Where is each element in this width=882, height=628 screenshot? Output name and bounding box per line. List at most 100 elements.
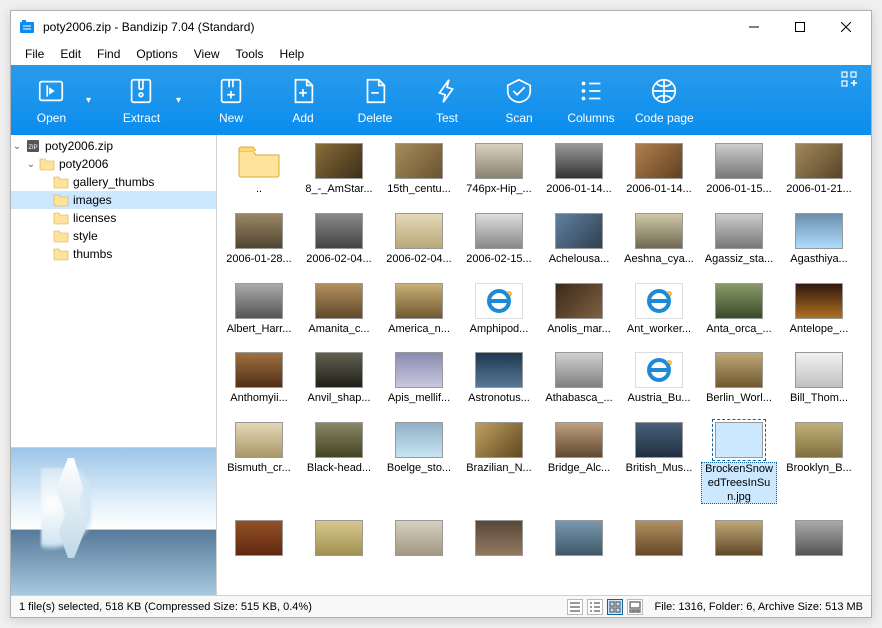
tree-item[interactable]: images xyxy=(11,191,216,209)
file-item-label: Agasthiya... xyxy=(788,253,849,267)
open-button[interactable]: Open ▾ xyxy=(15,65,105,135)
extract-button[interactable]: Extract ▾ xyxy=(105,65,195,135)
file-item[interactable]: 2006-01-14... xyxy=(539,141,619,199)
test-button[interactable]: Test xyxy=(411,65,483,135)
tree-item[interactable]: licenses xyxy=(11,209,216,227)
file-item[interactable]: Anta_orca_... xyxy=(699,281,779,339)
file-item[interactable]: 2006-02-04... xyxy=(299,211,379,269)
menu-options[interactable]: Options xyxy=(128,45,185,63)
file-item[interactable]: Brazilian_N... xyxy=(459,420,539,506)
file-item[interactable]: Boelge_sto... xyxy=(379,420,459,506)
file-item[interactable]: Brooklyn_B... xyxy=(779,420,859,506)
menu-edit[interactable]: Edit xyxy=(52,45,89,63)
thumbnail xyxy=(635,520,683,556)
toolbar: Open ▾ Extract ▾ New Add Delete Test xyxy=(11,65,871,135)
toolbar-menu-icon[interactable] xyxy=(831,65,867,135)
file-item-label: 2006-02-15... xyxy=(464,253,533,267)
file-item[interactable] xyxy=(539,518,619,562)
view-thumbnails-icon[interactable] xyxy=(607,599,623,615)
file-item[interactable] xyxy=(779,518,859,562)
file-item[interactable]: Anvil_shap... xyxy=(299,350,379,408)
new-button[interactable]: New xyxy=(195,65,267,135)
thumbnail xyxy=(395,213,443,249)
file-item[interactable]: Berlin_Worl... xyxy=(699,350,779,408)
file-item[interactable]: Austria_Bu... xyxy=(619,350,699,408)
codepage-button[interactable]: Code page xyxy=(627,65,702,135)
file-pane[interactable]: ..8_-_AmStar...15th_centu...746px-Hip_..… xyxy=(217,135,871,595)
open-dropdown-icon[interactable]: ▾ xyxy=(80,95,97,106)
file-item[interactable]: Athabasca_... xyxy=(539,350,619,408)
file-item[interactable]: 8_-_AmStar... xyxy=(299,141,379,199)
tree-item[interactable]: style xyxy=(11,227,216,245)
file-item[interactable] xyxy=(699,518,779,562)
file-item[interactable]: Anolis_mar... xyxy=(539,281,619,339)
file-item[interactable]: 2006-02-15... xyxy=(459,211,539,269)
file-item[interactable]: 2006-01-15... xyxy=(699,141,779,199)
view-gallery-icon[interactable] xyxy=(627,599,643,615)
file-item[interactable]: Anthomyii... xyxy=(219,350,299,408)
new-icon xyxy=(215,75,247,107)
file-item[interactable]: Antelope_... xyxy=(779,281,859,339)
file-item[interactable]: Agassiz_sta... xyxy=(699,211,779,269)
file-item[interactable]: Amphipod... xyxy=(459,281,539,339)
scan-label: Scan xyxy=(505,111,532,125)
file-item[interactable]: Bill_Thom... xyxy=(779,350,859,408)
tree-item[interactable]: ⌄poty2006 xyxy=(11,155,216,173)
scan-button[interactable]: Scan xyxy=(483,65,555,135)
file-item[interactable]: Agasthiya... xyxy=(779,211,859,269)
file-item[interactable]: Aeshna_cya... xyxy=(619,211,699,269)
file-item[interactable]: British_Mus... xyxy=(619,420,699,506)
file-item[interactable]: Amanita_c... xyxy=(299,281,379,339)
tree-toggle-icon[interactable]: ⌄ xyxy=(25,159,37,170)
file-item[interactable]: Albert_Harr... xyxy=(219,281,299,339)
tree-toggle-icon[interactable]: ⌄ xyxy=(11,141,23,152)
menu-find[interactable]: Find xyxy=(89,45,128,63)
file-item[interactable]: Bismuth_cr... xyxy=(219,420,299,506)
codepage-icon xyxy=(648,75,680,107)
file-item[interactable] xyxy=(459,518,539,562)
file-item[interactable]: Bridge_Alc... xyxy=(539,420,619,506)
delete-button[interactable]: Delete xyxy=(339,65,411,135)
menu-help[interactable]: Help xyxy=(272,45,313,63)
menu-tools[interactable]: Tools xyxy=(228,45,272,63)
columns-button[interactable]: Columns xyxy=(555,65,627,135)
add-button[interactable]: Add xyxy=(267,65,339,135)
thumbnail xyxy=(315,422,363,458)
file-item[interactable] xyxy=(299,518,379,562)
file-item[interactable] xyxy=(619,518,699,562)
file-item[interactable]: 746px-Hip_... xyxy=(459,141,539,199)
file-item[interactable] xyxy=(219,518,299,562)
file-item[interactable]: Apis_mellif... xyxy=(379,350,459,408)
file-item[interactable] xyxy=(379,518,459,562)
file-item[interactable]: Ant_worker... xyxy=(619,281,699,339)
file-item[interactable]: 2006-02-04... xyxy=(379,211,459,269)
tree-item[interactable]: thumbs xyxy=(11,245,216,263)
view-details-icon[interactable] xyxy=(587,599,603,615)
extract-dropdown-icon[interactable]: ▾ xyxy=(170,95,187,106)
file-item[interactable]: 2006-01-21... xyxy=(779,141,859,199)
minimize-button[interactable] xyxy=(731,12,777,42)
columns-label: Columns xyxy=(567,111,614,125)
app-icon xyxy=(19,19,35,35)
file-item[interactable]: 2006-01-14... xyxy=(619,141,699,199)
app-window: poty2006.zip - Bandizip 7.04 (Standard) … xyxy=(10,10,872,618)
maximize-button[interactable] xyxy=(777,12,823,42)
sidebar: ⌄ZIPpoty2006.zip⌄poty2006gallery_thumbsi… xyxy=(11,135,217,595)
menu-view[interactable]: View xyxy=(186,45,228,63)
tree-item[interactable]: gallery_thumbs xyxy=(11,173,216,191)
file-item[interactable]: 15th_centu... xyxy=(379,141,459,199)
folder-tree[interactable]: ⌄ZIPpoty2006.zip⌄poty2006gallery_thumbsi… xyxy=(11,135,216,447)
folder-icon xyxy=(53,174,69,190)
menu-file[interactable]: File xyxy=(17,45,52,63)
file-item[interactable]: 2006-01-28... xyxy=(219,211,299,269)
file-item[interactable]: Achelousa... xyxy=(539,211,619,269)
file-item[interactable]: .. xyxy=(219,141,299,199)
view-list-icon[interactable] xyxy=(567,599,583,615)
file-item[interactable]: Black-head... xyxy=(299,420,379,506)
file-item[interactable]: America_n... xyxy=(379,281,459,339)
file-item[interactable]: Astronotus... xyxy=(459,350,539,408)
thumbnail xyxy=(395,143,443,179)
file-item[interactable]: BrockenSnowedTreesInSun.jpg xyxy=(699,420,779,506)
close-button[interactable] xyxy=(823,12,869,42)
tree-item[interactable]: ⌄ZIPpoty2006.zip xyxy=(11,137,216,155)
